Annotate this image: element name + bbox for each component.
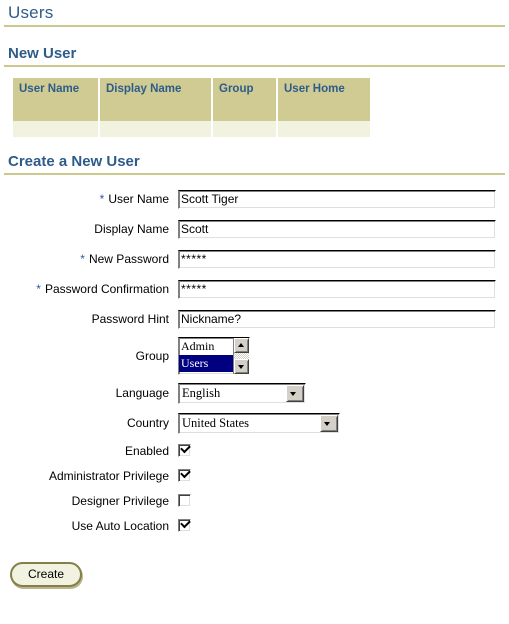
language-select[interactable]: English bbox=[178, 382, 306, 404]
field-row-language: Language English bbox=[0, 378, 509, 408]
label-language: Language bbox=[0, 386, 178, 400]
control-enabled bbox=[178, 442, 509, 457]
required-asterisk-icon: * bbox=[36, 282, 41, 296]
label-text: Password Confirmation bbox=[44, 282, 169, 296]
field-row-designer-privilege: Designer Privilege bbox=[0, 488, 509, 513]
field-row-use-auto-location: Use Auto Location bbox=[0, 513, 509, 538]
create-user-heading: Create a New User bbox=[8, 153, 140, 170]
cell-user-name bbox=[13, 120, 100, 137]
label-user-name: * User Name bbox=[0, 192, 178, 206]
control-user-name: Scott Tiger bbox=[178, 189, 509, 209]
display-name-input[interactable]: Scott bbox=[178, 219, 496, 239]
new-user-heading: New User bbox=[8, 45, 77, 62]
new-user-table-wrap: User Name Display Name Group User Home bbox=[0, 67, 509, 137]
label-text: Use Auto Location bbox=[71, 518, 169, 533]
enabled-checkbox[interactable] bbox=[178, 442, 191, 457]
control-designer-privilege bbox=[178, 494, 509, 507]
form-actions: Create bbox=[0, 538, 509, 587]
required-asterisk-icon: * bbox=[99, 192, 105, 206]
create-user-form: * User Name Scott Tiger Display Name Scot… bbox=[0, 175, 509, 538]
check-icon bbox=[180, 517, 191, 529]
column-header-display-name: Display Name bbox=[99, 78, 213, 121]
language-selected-value: English bbox=[182, 385, 221, 400]
group-listbox[interactable]: Admin Users bbox=[178, 337, 250, 375]
control-display-name: Scott bbox=[178, 219, 509, 239]
label-administrator-privilege: Administrator Privilege bbox=[0, 469, 178, 483]
label-text: New Password bbox=[88, 252, 169, 266]
field-row-display-name: Display Name Scott bbox=[0, 214, 509, 244]
scroll-down-icon[interactable] bbox=[234, 359, 249, 374]
cell-display-name bbox=[99, 120, 213, 137]
column-header-user-home: User Home bbox=[277, 78, 370, 121]
label-text: User Name bbox=[108, 192, 169, 206]
control-country: United States bbox=[178, 412, 509, 434]
check-icon bbox=[180, 467, 191, 479]
control-use-auto-location bbox=[178, 517, 509, 532]
label-text: Country bbox=[126, 416, 169, 430]
label-new-password: * New Password bbox=[0, 252, 178, 266]
label-text: Enabled bbox=[124, 443, 169, 458]
chevron-down-icon[interactable] bbox=[320, 414, 338, 432]
label-designer-privilege: Designer Privilege bbox=[0, 494, 178, 508]
password-hint-input[interactable]: Nickname? bbox=[178, 309, 496, 329]
table-row[interactable] bbox=[13, 120, 370, 137]
column-header-group: Group bbox=[212, 78, 278, 121]
new-password-input[interactable]: ***** bbox=[178, 249, 496, 269]
field-row-user-name: * User Name Scott Tiger bbox=[0, 184, 509, 214]
designer-privilege-checkbox[interactable] bbox=[178, 494, 191, 507]
column-header-user-name: User Name bbox=[13, 78, 100, 121]
field-row-password-hint: Password Hint Nickname? bbox=[0, 304, 509, 334]
use-auto-location-checkbox[interactable] bbox=[178, 517, 191, 532]
new-user-table: User Name Display Name Group User Home bbox=[13, 78, 370, 137]
cell-group bbox=[212, 120, 278, 137]
control-password-confirmation: ***** bbox=[178, 279, 509, 299]
control-language: English bbox=[178, 382, 509, 404]
field-row-enabled: Enabled bbox=[0, 438, 509, 463]
label-password-hint: Password Hint bbox=[0, 312, 178, 326]
field-row-group: Group Admin Users bbox=[0, 334, 509, 378]
label-text: Password Hint bbox=[91, 312, 169, 326]
control-group: Admin Users bbox=[178, 337, 509, 375]
label-country: Country bbox=[0, 416, 178, 430]
scroll-up-icon[interactable] bbox=[234, 338, 249, 353]
password-confirmation-input[interactable]: ***** bbox=[178, 279, 496, 299]
check-icon bbox=[180, 442, 191, 454]
label-group: Group bbox=[0, 349, 178, 363]
label-enabled: Enabled bbox=[0, 444, 178, 458]
label-text: Group bbox=[135, 349, 169, 363]
field-row-administrator-privilege: Administrator Privilege bbox=[0, 463, 509, 488]
label-text: Display Name bbox=[94, 222, 169, 236]
country-selected-value: United States bbox=[182, 415, 250, 430]
administrator-privilege-checkbox[interactable] bbox=[178, 467, 191, 482]
control-new-password: ***** bbox=[178, 249, 509, 269]
control-administrator-privilege bbox=[178, 467, 509, 482]
label-text: Language bbox=[115, 386, 169, 400]
table-header-row: User Name Display Name Group User Home bbox=[13, 78, 370, 121]
cell-user-home bbox=[277, 120, 370, 137]
required-asterisk-icon: * bbox=[80, 252, 85, 266]
field-row-password-confirmation: * Password Confirmation ***** bbox=[0, 274, 509, 304]
label-use-auto-location: Use Auto Location bbox=[0, 519, 178, 533]
label-text: Administrator Privilege bbox=[48, 468, 169, 483]
label-password-confirmation: * Password Confirmation bbox=[0, 282, 178, 296]
chevron-down-icon[interactable] bbox=[286, 384, 304, 402]
label-display-name: Display Name bbox=[0, 222, 178, 236]
user-name-input[interactable]: Scott Tiger bbox=[178, 189, 496, 209]
field-row-new-password: * New Password ***** bbox=[0, 244, 509, 274]
country-select[interactable]: United States bbox=[178, 412, 340, 434]
control-password-hint: Nickname? bbox=[178, 309, 509, 329]
create-button[interactable]: Create bbox=[10, 562, 83, 587]
page-title: Users bbox=[8, 3, 54, 22]
group-listbox-scrollbar[interactable] bbox=[233, 338, 249, 374]
label-text: Designer Privilege bbox=[71, 493, 169, 508]
field-row-country: Country United States bbox=[0, 408, 509, 438]
